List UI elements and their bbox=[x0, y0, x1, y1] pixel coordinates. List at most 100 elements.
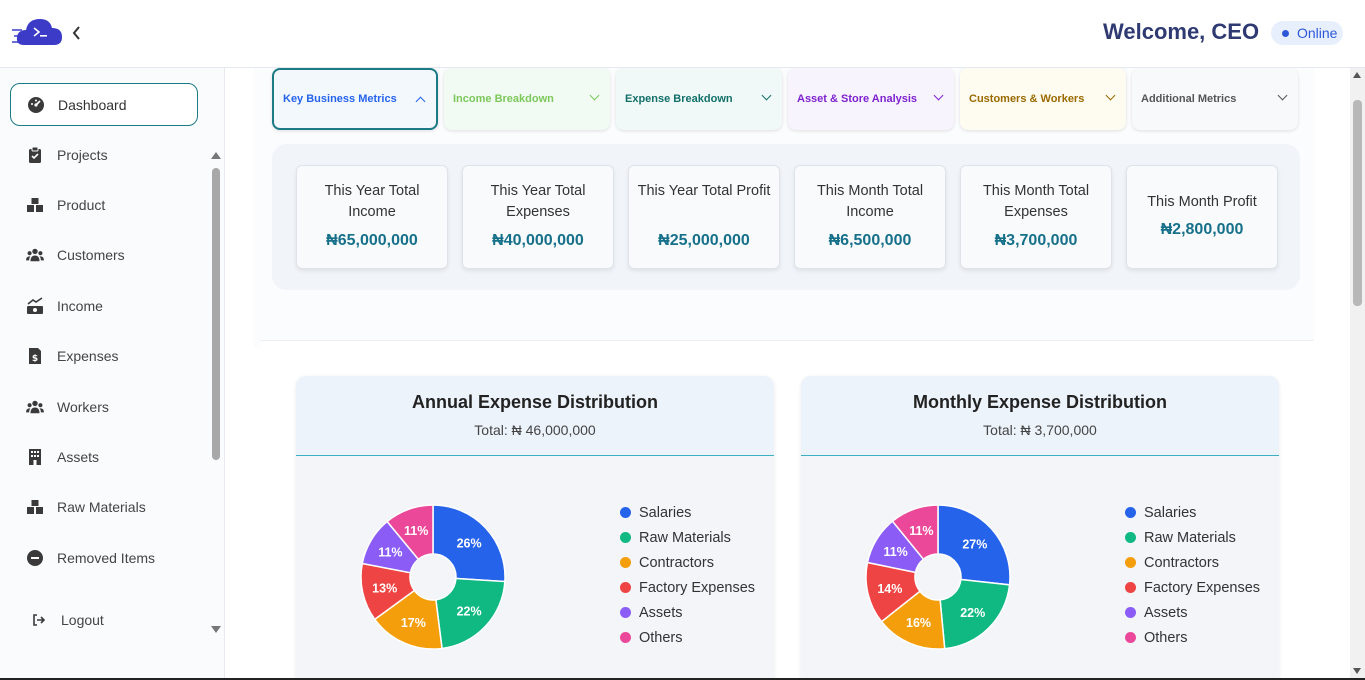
slice-data-label: 27% bbox=[962, 537, 987, 551]
legend-item[interactable]: Contractors bbox=[1125, 550, 1260, 575]
sidebar-item-removed-items[interactable]: Removed Items bbox=[10, 536, 198, 579]
top-header: Welcome, CEO Online bbox=[0, 0, 1365, 68]
chart-title: Annual Expense Distribution bbox=[411, 392, 659, 412]
scroll-down-arrow-icon[interactable] bbox=[211, 626, 221, 633]
chart-legend: Salaries Raw Materials Contractors Factory … bbox=[1125, 500, 1260, 650]
metric-value: ₦2,800,000 bbox=[1160, 221, 1244, 238]
legend-label: Others bbox=[1144, 629, 1188, 646]
sidebar-item-projects[interactable]: Projects bbox=[10, 133, 198, 176]
legend-label: Raw Materials bbox=[639, 529, 731, 546]
legend-swatch bbox=[620, 507, 631, 518]
legend-item[interactable]: Raw Materials bbox=[1125, 525, 1260, 550]
card-header bbox=[801, 376, 1279, 456]
scroll-thumb[interactable] bbox=[212, 168, 220, 460]
metric-label: This Year Total Expenses bbox=[490, 183, 586, 220]
metric-value: ₦6,500,000 bbox=[828, 232, 912, 249]
slice-data-label: 17% bbox=[401, 616, 426, 630]
legend-swatch bbox=[1125, 632, 1136, 643]
legend-item[interactable]: Factory Expenses bbox=[1125, 575, 1260, 600]
slice-data-label: 11% bbox=[404, 524, 428, 538]
legend-swatch bbox=[1125, 607, 1136, 618]
legend-label: Contractors bbox=[1144, 554, 1219, 571]
legend-label: Raw Materials bbox=[1144, 529, 1236, 546]
sidebar-item-income[interactable]: Income bbox=[10, 284, 198, 327]
chart-total: Total: ₦ 3,700,000 bbox=[983, 422, 1097, 438]
metric-label: This Month Profit bbox=[1147, 194, 1257, 210]
legend-label: Assets bbox=[1144, 604, 1188, 621]
scroll-down-arrow-icon[interactable] bbox=[1353, 668, 1361, 674]
metric-label: This Month Total Income bbox=[816, 183, 924, 220]
sidebar-item-assets[interactable]: Assets bbox=[10, 435, 198, 478]
chart-legend: Salaries Raw Materials Contractors Factory … bbox=[620, 500, 755, 650]
sidebar-item-expenses[interactable]: $ Expenses bbox=[10, 334, 198, 377]
sidebar-item-dashboard[interactable]: Dashboard bbox=[10, 83, 198, 126]
legend-item[interactable]: Raw Materials bbox=[620, 525, 755, 550]
legend-item[interactable]: Assets bbox=[620, 600, 755, 625]
tab-key-business-metrics[interactable]: Key Business Metrics bbox=[272, 68, 438, 130]
annual-donut-chart[interactable]: 26% 22% 17% 13% 11%11% bbox=[360, 504, 506, 650]
tab-expense-breakdown[interactable]: Expense Breakdown bbox=[616, 68, 782, 130]
sidebar-scrollbar[interactable] bbox=[211, 152, 221, 642]
metric-card: This Month Total Income ₦6,500,000 bbox=[794, 165, 946, 269]
legend-item[interactable]: Salaries bbox=[620, 500, 755, 525]
legend-item[interactable]: Others bbox=[1125, 625, 1260, 650]
metric-value: ₦3,700,000 bbox=[994, 232, 1078, 249]
sidebar-item-raw-materials[interactable]: Raw Materials bbox=[10, 485, 198, 528]
slice-data-label: 11% bbox=[909, 524, 933, 538]
metric-card: This Year Total Profit ₦25,000,000 bbox=[628, 165, 780, 269]
monthly-donut-chart[interactable]: 27% 22% 16% 14% 11%11% bbox=[865, 504, 1011, 650]
sidebar-item-label: Workers bbox=[57, 398, 109, 415]
sidebar-item-customers[interactable]: Customers bbox=[10, 233, 198, 276]
annual-expense-card: Annual Expense Distribution Total: ₦ 46,… bbox=[296, 376, 774, 680]
sidebar-item-workers[interactable]: Workers bbox=[10, 385, 198, 428]
scroll-up-arrow-icon[interactable] bbox=[211, 152, 221, 159]
tab-asset-store-analysis[interactable]: Asset & Store Analysis bbox=[788, 68, 954, 130]
sidebar-item-product[interactable]: Product bbox=[10, 183, 198, 226]
legend-swatch bbox=[620, 557, 631, 568]
scroll-thumb[interactable] bbox=[1353, 100, 1362, 306]
sidebar-item-label: Assets bbox=[57, 448, 100, 465]
logout-icon bbox=[30, 611, 48, 629]
legend-swatch bbox=[1125, 557, 1136, 568]
status-dot-icon bbox=[1282, 30, 1289, 37]
legend-swatch bbox=[1125, 582, 1136, 593]
page-scrollbar[interactable] bbox=[1350, 68, 1365, 680]
cloud-terminal-logo[interactable] bbox=[12, 15, 64, 51]
scroll-up-arrow-icon[interactable] bbox=[1353, 72, 1361, 78]
tab-additional-metrics[interactable]: Additional Metrics bbox=[1132, 68, 1298, 130]
legend-label: Factory Expenses bbox=[639, 579, 756, 596]
invoice-dollar-icon: $ bbox=[26, 347, 44, 365]
legend-item[interactable]: Others bbox=[620, 625, 755, 650]
metric-value: ₦40,000,000 bbox=[492, 232, 584, 249]
legend-swatch bbox=[1125, 507, 1136, 518]
tab-label: Expense Breakdown bbox=[625, 93, 733, 105]
legend-swatch bbox=[1125, 532, 1136, 543]
slice-data-label: 22% bbox=[960, 606, 985, 620]
logout-button[interactable]: Logout bbox=[10, 598, 198, 641]
legend-label: Factory Expenses bbox=[1144, 579, 1261, 596]
status-label: Online bbox=[1297, 25, 1338, 41]
chart-total: Total: ₦ 46,000,000 bbox=[474, 422, 596, 438]
legend-item[interactable]: Salaries bbox=[1125, 500, 1260, 525]
logout-label: Logout bbox=[61, 611, 104, 628]
sidebar-item-label: Expenses bbox=[57, 347, 119, 364]
metric-card: This Year Total Expenses ₦40,000,000 bbox=[462, 165, 614, 269]
legend-swatch bbox=[620, 632, 631, 643]
legend-item[interactable]: Contractors bbox=[620, 550, 755, 575]
tab-label: Key Business Metrics bbox=[283, 93, 397, 105]
building-icon bbox=[26, 448, 44, 466]
main-content: Key Business Metrics Income Breakdown Expe… bbox=[226, 68, 1350, 680]
slice-data-label: 22% bbox=[457, 604, 482, 618]
chart-title: Monthly Expense Distribution bbox=[912, 392, 1167, 412]
tab-label: Asset & Store Analysis bbox=[797, 93, 918, 105]
tab-label: Customers & Workers bbox=[969, 93, 1085, 105]
sidebar: Dashboard Projects Product Customers Inc… bbox=[0, 68, 225, 680]
legend-item[interactable]: Assets bbox=[1125, 600, 1260, 625]
tab-customers-workers[interactable]: Customers & Workers bbox=[960, 68, 1126, 130]
legend-swatch bbox=[620, 532, 631, 543]
chevron-left-icon[interactable] bbox=[68, 22, 86, 44]
sidebar-item-label: Income bbox=[57, 297, 103, 314]
legend-item[interactable]: Factory Expenses bbox=[620, 575, 755, 600]
tab-income-breakdown[interactable]: Income Breakdown bbox=[444, 68, 610, 130]
sidebar-item-label: Raw Materials bbox=[57, 498, 146, 515]
